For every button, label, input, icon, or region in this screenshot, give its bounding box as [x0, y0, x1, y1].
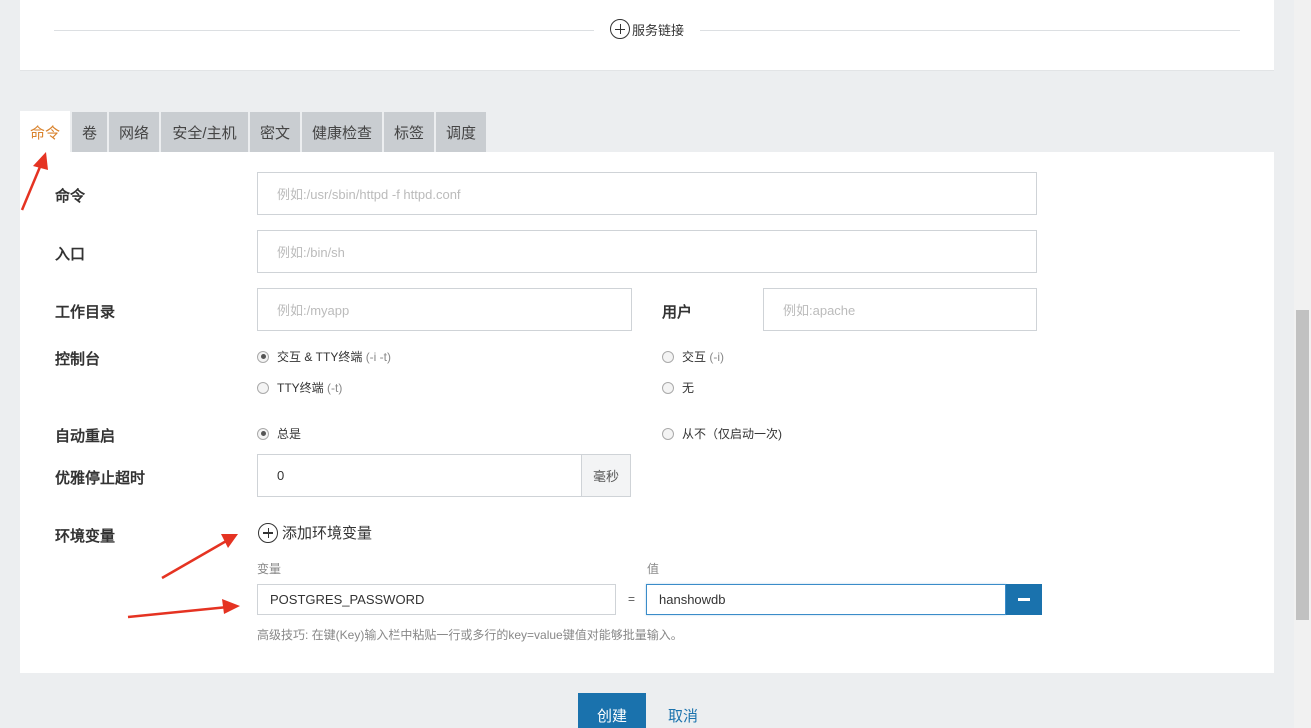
option-label: TTY终端: [277, 381, 324, 395]
service-link-label: 服务链接: [632, 22, 685, 38]
radio-unchecked-icon: [257, 381, 269, 394]
user-label: 用户: [662, 304, 693, 321]
option-label: 总是: [277, 427, 302, 441]
graceful-stop-input[interactable]: 0: [257, 454, 582, 497]
option-hint: (-i -t): [365, 350, 392, 364]
service-link-panel: 服务链接: [20, 0, 1274, 71]
remove-env-button[interactable]: [1006, 584, 1042, 615]
graceful-stop-unit: 毫秒: [582, 454, 631, 497]
radio-checked-icon: [257, 350, 269, 363]
add-circle-icon: [258, 522, 278, 543]
tab-network[interactable]: 网络: [109, 112, 159, 153]
add-env-label: 添加环境变量: [282, 525, 373, 542]
console-option-interactive[interactable]: 交互 (-i): [662, 348, 724, 365]
console-label: 控制台: [55, 351, 101, 368]
restart-option-always[interactable]: 总是: [257, 425, 301, 442]
console-option-none[interactable]: 无: [662, 379, 694, 396]
option-hint: (-t): [327, 381, 343, 395]
tab-volumes[interactable]: 卷: [72, 112, 107, 153]
tab-scheduling[interactable]: 调度: [436, 112, 486, 153]
option-label: 无: [682, 381, 695, 395]
radio-checked-icon: [257, 427, 269, 440]
cancel-button[interactable]: 取消: [668, 705, 698, 726]
create-button[interactable]: 创建: [578, 693, 646, 728]
console-option-interactive-tty[interactable]: 交互 & TTY终端 (-i -t): [257, 348, 391, 365]
option-hint: (-i): [709, 350, 725, 364]
radio-unchecked-icon: [662, 381, 674, 394]
env-var-header: 变量: [257, 562, 282, 576]
env-tip: 高级技巧: 在键(Key)输入栏中粘贴一行或多行的key=value键值对能够批…: [257, 628, 683, 642]
service-link-button[interactable]: 服务链接: [610, 19, 684, 39]
command-form-panel: 命令 例如:/usr/sbin/httpd -f httpd.conf 入口 例…: [20, 152, 1274, 673]
command-input[interactable]: 例如:/usr/sbin/httpd -f httpd.conf: [257, 172, 1037, 215]
user-input[interactable]: 例如:apache: [763, 288, 1037, 331]
minus-icon: [1018, 598, 1030, 601]
tab-health-check[interactable]: 健康检查: [302, 112, 382, 153]
env-key-input[interactable]: POSTGRES_PASSWORD: [257, 584, 616, 615]
option-label: 交互: [682, 350, 707, 364]
radio-unchecked-icon: [662, 350, 674, 363]
command-label: 命令: [55, 188, 86, 205]
env-value-header: 值: [647, 562, 660, 576]
workdir-label: 工作目录: [55, 304, 116, 321]
restart-label: 自动重启: [55, 428, 116, 445]
config-tabs: 命令 卷 网络 安全/主机 密文 健康检查 标签 调度: [20, 111, 488, 153]
tab-labels[interactable]: 标签: [384, 112, 434, 153]
workdir-input[interactable]: 例如:/myapp: [257, 288, 632, 331]
divider-left: [54, 30, 594, 31]
tab-security-host[interactable]: 安全/主机: [161, 112, 248, 153]
env-equals-sign: =: [628, 592, 636, 606]
tab-command[interactable]: 命令: [20, 111, 70, 153]
entrypoint-label: 入口: [55, 246, 86, 263]
scrollbar-thumb[interactable]: [1296, 310, 1309, 620]
option-label: 从不（仅启动一次): [682, 427, 782, 441]
entrypoint-input[interactable]: 例如:/bin/sh: [257, 230, 1037, 273]
console-option-tty[interactable]: TTY终端 (-t): [257, 379, 342, 396]
env-label: 环境变量: [55, 528, 116, 545]
tab-secrets[interactable]: 密文: [250, 112, 300, 153]
radio-unchecked-icon: [662, 427, 674, 440]
option-label: 交互 & TTY终端: [277, 350, 363, 364]
divider-right: [700, 30, 1240, 31]
add-env-button[interactable]: 添加环境变量: [258, 522, 372, 543]
restart-option-never[interactable]: 从不（仅启动一次): [662, 425, 782, 442]
graceful-stop-label: 优雅停止超时: [55, 470, 146, 487]
add-circle-icon: [610, 19, 630, 39]
env-value-input[interactable]: hanshowdb: [646, 584, 1006, 615]
